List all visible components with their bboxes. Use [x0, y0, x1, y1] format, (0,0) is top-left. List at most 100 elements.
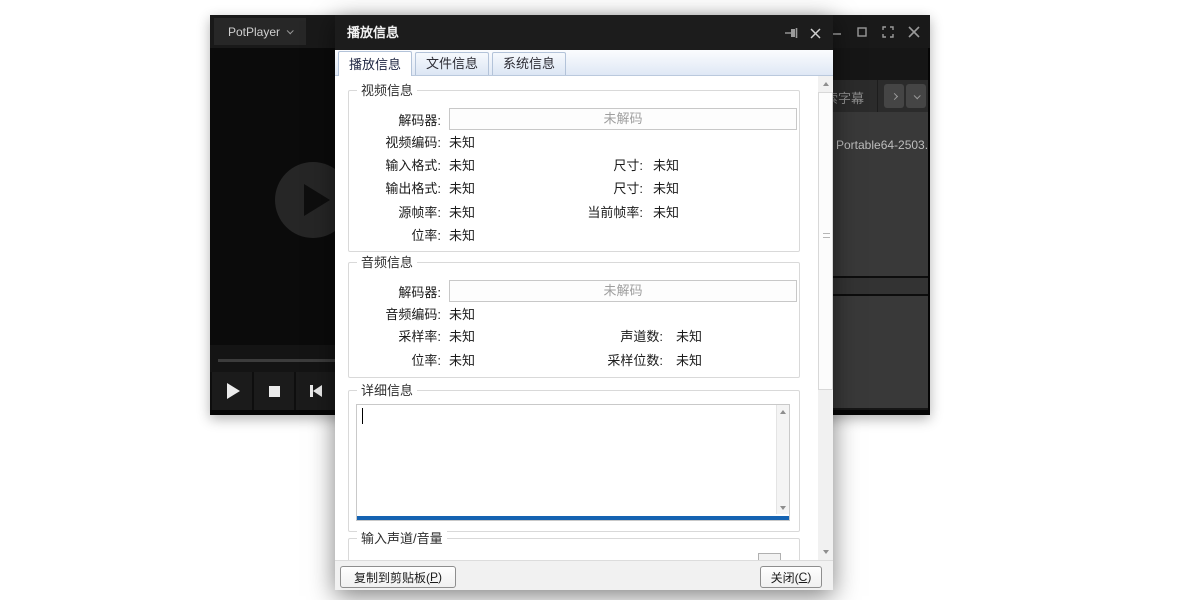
copy-to-clipboard-button[interactable]: 复制到剪贴板(P): [340, 566, 456, 588]
info-label: 输入格式:: [359, 158, 441, 174]
video-info-group: 视频信息 解码器: 未解码 视频编码: 未知 输入格式: 未知 尺寸: 未知 输…: [348, 90, 800, 252]
window-controls: [828, 15, 922, 48]
info-value: 未知: [676, 353, 702, 369]
detail-scrollbar[interactable]: [776, 405, 789, 514]
toolbar-divider: [877, 80, 878, 112]
dialog-titlebar[interactable]: 播放信息: [335, 15, 833, 50]
playlist-list-lower: [833, 296, 928, 408]
scroll-down-button[interactable]: [777, 501, 789, 514]
info-value: 未知: [449, 205, 475, 221]
maximize-button[interactable]: [854, 24, 870, 40]
playlist-panel: 搜索字幕 Portable64-2503...: [833, 48, 928, 410]
previous-icon-triangle: [313, 385, 322, 397]
scroll-up-icon: [823, 82, 829, 86]
input-volume-group-title: 输入声道/音量: [357, 531, 447, 546]
dialog-scrollbar[interactable]: [818, 76, 833, 560]
info-label: 位率:: [359, 353, 441, 369]
copy-button-label-end: ): [438, 570, 442, 584]
info-value: 未知: [676, 329, 702, 345]
close-button-mnemonic: C: [799, 570, 808, 584]
tab-playback-info[interactable]: 播放信息: [338, 51, 412, 76]
chevron-right-icon: [890, 92, 897, 99]
detail-info-group-title: 详细信息: [357, 383, 417, 398]
scrollbar-grip: [823, 233, 830, 238]
info-label: 尺寸:: [509, 181, 643, 197]
maximize-icon: [856, 26, 868, 38]
decoder-label: 解码器:: [359, 113, 441, 129]
info-row: 位率: 未知 采样位数: 未知: [359, 353, 795, 369]
info-row: 音频编码: 未知: [359, 307, 795, 323]
audio-decoder-field[interactable]: 未解码: [449, 280, 797, 302]
video-info-group-title: 视频信息: [357, 83, 417, 98]
scroll-up-button[interactable]: [777, 405, 789, 418]
tab-system-info[interactable]: 系统信息: [492, 52, 566, 75]
volume-meter-control[interactable]: [758, 553, 781, 560]
info-label: 输出格式:: [359, 181, 441, 197]
dialog-tabstrip: 播放信息 文件信息 系统信息: [335, 50, 833, 76]
scroll-down-icon: [823, 550, 829, 554]
info-value: 未知: [449, 181, 475, 197]
info-value: 未知: [449, 329, 475, 345]
scroll-up-button[interactable]: [818, 76, 833, 92]
close-icon: [810, 28, 821, 39]
scroll-up-icon: [780, 410, 786, 414]
tab-file-info[interactable]: 文件信息: [415, 52, 489, 75]
info-value: 未知: [449, 353, 475, 369]
stop-button[interactable]: [254, 372, 294, 410]
video-decoder-field[interactable]: 未解码: [449, 108, 797, 130]
info-row: 输出格式: 未知 尺寸: 未知: [359, 181, 795, 197]
fullscreen-button[interactable]: [880, 24, 896, 40]
info-label: 采样率:: [359, 329, 441, 345]
fullscreen-icon: [882, 26, 894, 38]
subtitle-toolbar: 搜索字幕: [833, 80, 928, 112]
playlist-next-button[interactable]: [884, 84, 904, 108]
playback-info-dialog: 播放信息 播放信息 文件信息 系统信息 视频信息 解码器: 未解码: [335, 15, 833, 590]
info-label: 音频编码:: [359, 307, 441, 323]
info-row: 输入格式: 未知 尺寸: 未知: [359, 158, 795, 174]
play-icon: [227, 383, 240, 399]
close-button[interactable]: 关闭(C): [760, 566, 822, 588]
scroll-down-button[interactable]: [818, 544, 833, 560]
detail-info-group: 详细信息: [348, 390, 800, 532]
scroll-down-icon: [780, 506, 786, 510]
playlist-list: Portable64-2503...: [833, 112, 928, 276]
playlist-item[interactable]: Portable64-2503...: [836, 138, 928, 152]
decoder-label: 解码器:: [359, 285, 441, 301]
info-value: 未知: [449, 228, 475, 244]
previous-button[interactable]: [296, 372, 336, 410]
audio-info-group-title: 音频信息: [357, 255, 417, 270]
play-icon: [304, 184, 330, 216]
input-volume-group: 输入声道/音量: [348, 538, 800, 560]
text-caret: [362, 408, 363, 424]
pin-button[interactable]: [783, 25, 799, 41]
horizontal-scrollbar[interactable]: [357, 516, 789, 520]
previous-icon: [310, 385, 322, 397]
dialog-button-bar: 复制到剪贴板(P) 关闭(C): [335, 560, 833, 590]
info-label: 尺寸:: [509, 158, 643, 174]
dialog-close-button[interactable]: [807, 25, 823, 41]
info-row: 视频编码: 未知: [359, 135, 795, 151]
info-row: 源帧率: 未知 当前帧率: 未知: [359, 205, 795, 221]
chevron-down-icon: [287, 27, 294, 34]
copy-button-label: 复制到剪贴板(: [354, 569, 430, 586]
close-button-label: 关闭(: [771, 569, 799, 586]
info-value: 未知: [653, 181, 679, 197]
info-value: 未知: [653, 158, 679, 174]
dialog-title: 播放信息: [347, 15, 399, 50]
detail-textarea[interactable]: [356, 404, 790, 521]
playlist-dropdown-button[interactable]: [906, 84, 926, 108]
info-value: 未知: [653, 205, 679, 221]
info-label: 位率:: [359, 228, 441, 244]
info-label: 源帧率:: [359, 205, 441, 221]
stop-icon: [269, 386, 280, 397]
potplayer-menu-button[interactable]: PotPlayer: [214, 18, 306, 45]
audio-info-group: 音频信息 解码器: 未解码 音频编码: 未知 采样率: 未知 声道数: 未知 位…: [348, 262, 800, 378]
info-value: 未知: [449, 158, 475, 174]
close-window-button[interactable]: [906, 24, 922, 40]
info-label: 当前帧率:: [509, 205, 643, 221]
scrollbar-thumb[interactable]: [818, 92, 833, 390]
potplayer-menu-label: PotPlayer: [228, 25, 280, 39]
pin-icon: [784, 26, 799, 40]
dialog-body: 视频信息 解码器: 未解码 视频编码: 未知 输入格式: 未知 尺寸: 未知 输…: [335, 76, 833, 560]
play-button[interactable]: [212, 372, 252, 410]
